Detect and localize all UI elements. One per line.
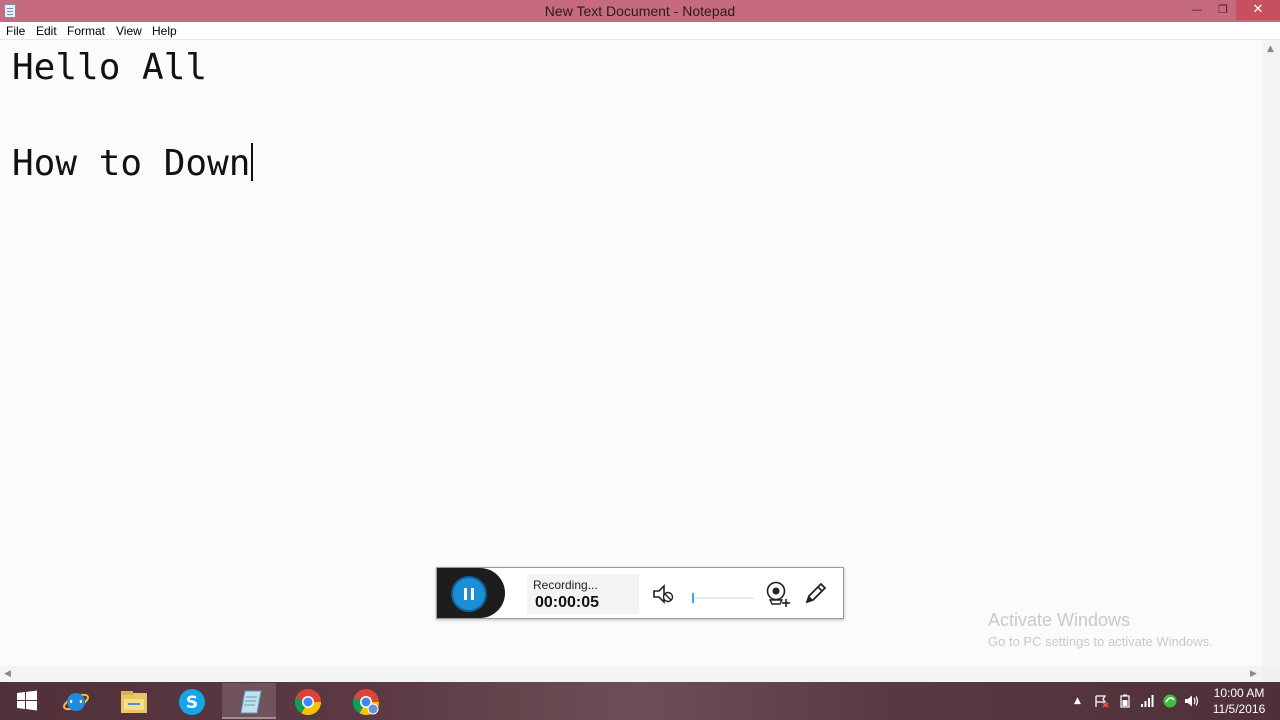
volume-level-meter[interactable] <box>692 593 754 603</box>
activate-windows-title: Activate Windows <box>988 610 1131 630</box>
text-caret <box>251 143 254 181</box>
taskbar-chrome-profile[interactable] <box>338 683 392 719</box>
action-center-flag-icon[interactable] <box>1094 694 1110 708</box>
chrome-profile-icon <box>352 689 380 716</box>
taskbar-skype[interactable]: S <box>164 683 218 719</box>
green-app-tray-icon[interactable] <box>1162 693 1178 709</box>
battery-icon[interactable] <box>1120 694 1130 708</box>
recording-status-text: Recording... <box>533 578 598 592</box>
network-signal-icon[interactable] <box>1140 694 1154 708</box>
editor-line-3: How to Down <box>12 140 254 188</box>
editor-line-1: Hello All <box>12 47 208 88</box>
pencil-annotate-icon[interactable] <box>803 580 829 606</box>
microphone-muted-icon[interactable] <box>651 582 675 606</box>
menu-file[interactable]: File <box>6 24 25 38</box>
taskbar-file-explorer[interactable] <box>106 683 160 719</box>
recording-status-box: Recording... 00:00:05 <box>527 574 639 614</box>
recording-timer: 00:00:05 <box>535 594 600 611</box>
internet-explorer-icon <box>63 693 89 711</box>
chrome-icon <box>294 689 322 716</box>
menu-view[interactable]: View <box>116 24 142 38</box>
taskbar-internet-explorer[interactable] <box>48 683 102 719</box>
menu-help[interactable]: Help <box>152 24 177 38</box>
activate-windows-subtitle: Go to PC settings to activate Windows. <box>988 634 1213 649</box>
menu-edit[interactable]: Edit <box>36 24 57 38</box>
recorder-control-panel <box>437 568 505 618</box>
scrollbar-corner <box>1262 666 1280 682</box>
speaker-volume-icon[interactable] <box>1184 694 1200 708</box>
scroll-left-arrow-icon[interactable]: ◀ <box>4 669 11 679</box>
webcam-add-icon[interactable] <box>765 580 791 608</box>
windows-start-icon <box>17 690 37 711</box>
file-explorer-icon <box>121 691 147 713</box>
horizontal-scrollbar[interactable]: ◀ ▶ <box>0 666 1262 682</box>
skype-icon: S <box>179 689 205 715</box>
volume-level-indicator <box>692 593 694 603</box>
taskbar: S ▲ 10:00 AM 11/5/2016 <box>0 682 1280 720</box>
window-title: New Text Document - Notepad <box>544 3 736 19</box>
taskbar-chrome[interactable] <box>280 683 334 719</box>
notepad-icon <box>240 690 262 714</box>
clock-time[interactable]: 10:00 AM <box>1212 686 1266 700</box>
show-hidden-icons-icon[interactable]: ▲ <box>1074 696 1081 706</box>
scroll-up-arrow-icon[interactable]: ▲ <box>1267 44 1274 54</box>
title-bar[interactable]: New Text Document - Notepad — ❐ ✕ <box>0 0 1280 22</box>
minimize-button[interactable]: — <box>1184 0 1210 20</box>
menu-bar: File Edit Format View Help <box>0 22 1280 40</box>
start-button[interactable] <box>0 683 54 719</box>
vertical-scrollbar[interactable]: ▲ <box>1262 40 1280 666</box>
scroll-right-arrow-icon[interactable]: ▶ <box>1250 669 1257 679</box>
taskbar-notepad[interactable] <box>222 683 276 719</box>
close-button[interactable]: ✕ <box>1236 0 1280 20</box>
screen-recorder-widget: Recording... 00:00:05 <box>436 567 844 619</box>
restore-button[interactable]: ❐ <box>1210 0 1236 20</box>
system-tray: ▲ <box>1070 682 1210 720</box>
svg-text:S: S <box>186 693 198 713</box>
menu-format[interactable]: Format <box>67 24 105 38</box>
clock-date[interactable]: 11/5/2016 <box>1212 702 1266 716</box>
pause-recording-button[interactable] <box>451 576 487 612</box>
